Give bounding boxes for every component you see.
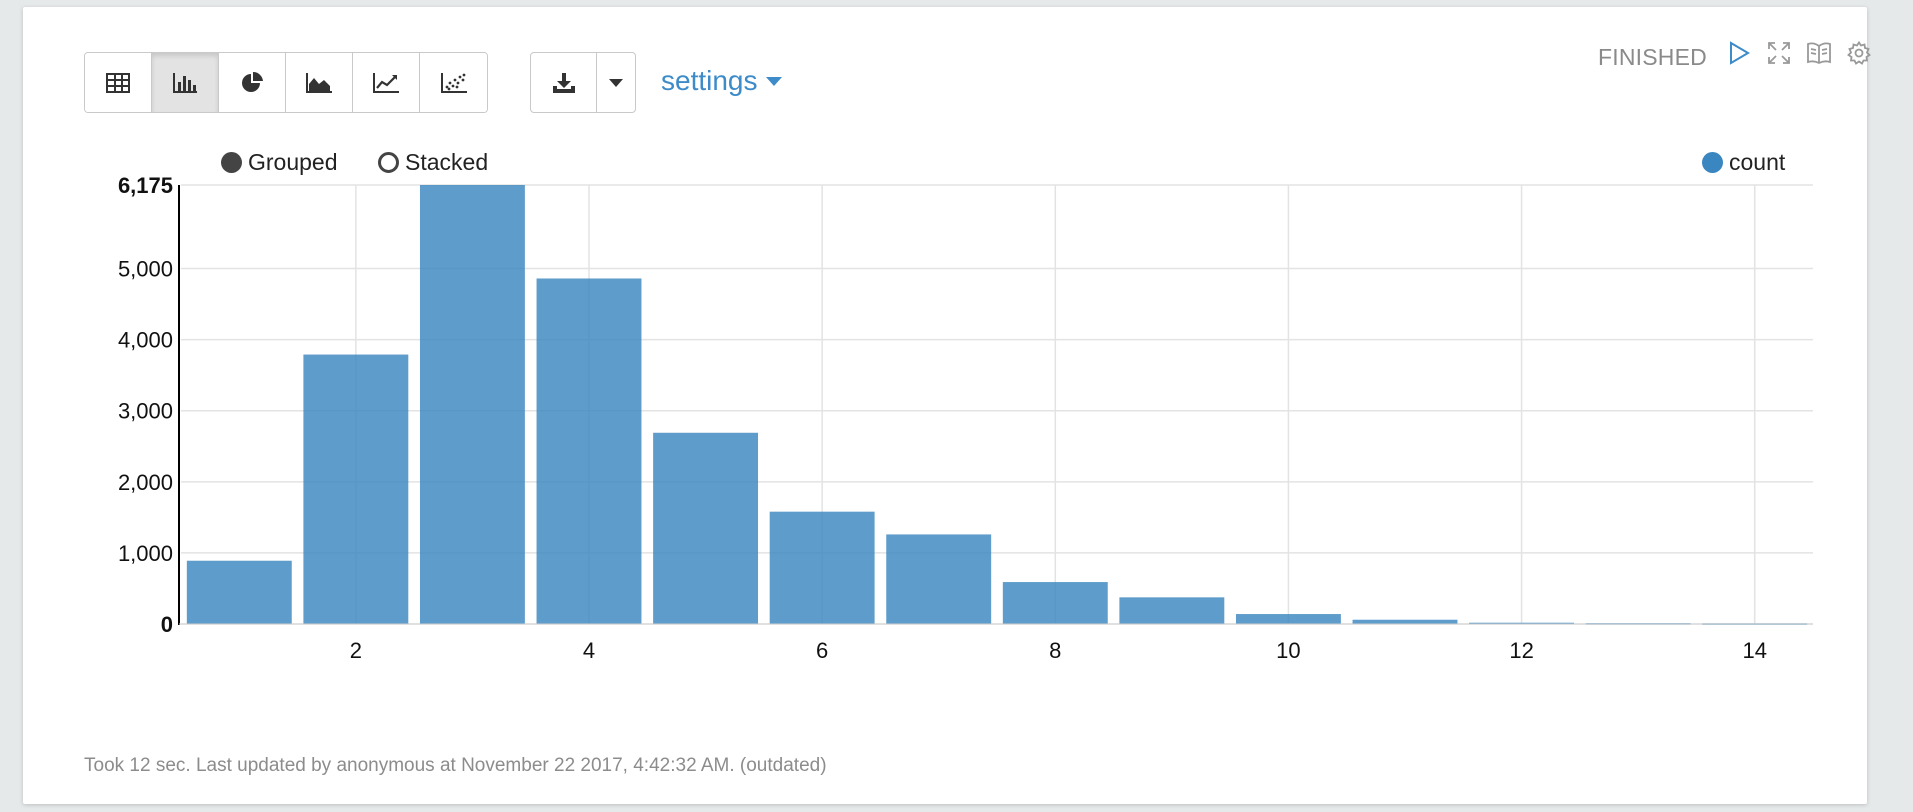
y-tick-label: 4,000 xyxy=(118,328,173,353)
bar-chart: 0 1,000 2,000 3,000 4,000 5,000 6,175 2 4 6 8 10 12 1… xyxy=(118,173,1813,663)
paragraph-card: settings FINISHED Grouped Stacked count … xyxy=(23,7,1871,804)
x-tick-label: 14 xyxy=(1742,638,1766,663)
y-tick-label: 3,000 xyxy=(118,399,173,424)
x-tick-label: 10 xyxy=(1276,638,1300,663)
y-tick-label: 1,000 xyxy=(118,541,173,566)
bar-2 xyxy=(303,354,409,624)
y-tick-label: 2,000 xyxy=(118,470,173,495)
footer-status-text: Took 12 sec. Last updated by anonymous a… xyxy=(84,755,827,776)
y-tick-label: 6,175 xyxy=(118,173,173,198)
bar-7 xyxy=(886,534,992,624)
x-tick-label: 2 xyxy=(350,638,362,663)
y-tick-label: 0 xyxy=(161,612,173,637)
bar-3 xyxy=(419,185,525,624)
bar-8 xyxy=(1002,582,1108,624)
bar-10 xyxy=(1235,614,1341,624)
bar-11 xyxy=(1352,619,1458,624)
x-tick-label: 6 xyxy=(816,638,828,663)
bar-4 xyxy=(536,278,642,624)
bar-1 xyxy=(186,560,292,624)
x-tick-label: 12 xyxy=(1509,638,1533,663)
x-tick-label: 4 xyxy=(583,638,595,663)
x-tick-label: 8 xyxy=(1049,638,1061,663)
bar-9 xyxy=(1119,597,1225,624)
bar-6 xyxy=(769,511,875,624)
bar-5 xyxy=(653,432,759,624)
y-tick-label: 5,000 xyxy=(118,257,173,282)
